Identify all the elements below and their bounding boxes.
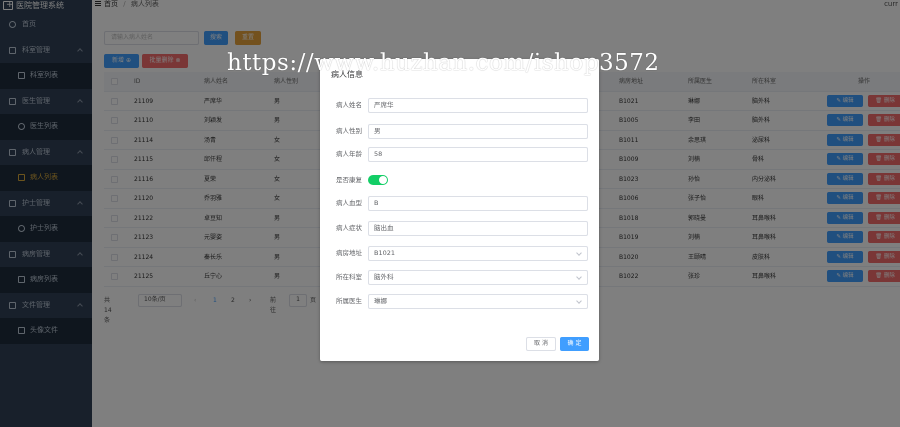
field-select[interactable]: 琳娜 xyxy=(368,294,588,309)
field-input[interactable]: 严席华 xyxy=(368,98,588,113)
field-value: 脑外科 xyxy=(374,273,394,281)
field-label: 病房地址 xyxy=(336,249,362,257)
field-value: 58 xyxy=(374,150,383,158)
chevron-down-icon xyxy=(576,250,582,256)
field-value: 严席华 xyxy=(374,101,394,109)
field-label: 病人年龄 xyxy=(336,150,362,158)
field-value: B xyxy=(374,199,379,207)
field-label: 病人症状 xyxy=(336,224,362,232)
recovered-toggle[interactable] xyxy=(368,175,388,185)
field-value: 脑出血 xyxy=(374,224,394,232)
chevron-down-icon xyxy=(576,274,582,280)
cancel-button[interactable]: 取 消 xyxy=(526,337,556,351)
field-input[interactable]: 58 xyxy=(368,147,588,162)
field-input[interactable]: 男 xyxy=(368,124,588,139)
toggle-knob xyxy=(379,176,387,184)
field-select[interactable]: B1021 xyxy=(368,246,588,261)
patient-info-dialog: 病人信息 病人姓名 严席华 病人性别男病人年龄 58 是否康复 病人血型 B 病人症状 脑出血病… xyxy=(320,59,599,361)
field-value: 男 xyxy=(374,127,381,135)
field-label: 病人性别 xyxy=(336,127,362,135)
field-value: 琳娜 xyxy=(374,297,387,305)
watermark: https://www.huzhan.com/ishop3572 xyxy=(227,50,660,76)
field-label: 病人血型 xyxy=(336,199,362,207)
field-input[interactable]: 脑出血 xyxy=(368,221,588,236)
field-label: 病人姓名 xyxy=(336,101,362,109)
field-input[interactable]: B xyxy=(368,196,588,211)
chevron-down-icon xyxy=(576,298,582,304)
field-select[interactable]: 脑外科 xyxy=(368,270,588,285)
field-label: 所属医生 xyxy=(336,297,362,305)
confirm-button[interactable]: 确 定 xyxy=(560,337,589,351)
field-value: B1021 xyxy=(374,249,396,257)
field-label: 是否康复 xyxy=(336,176,362,184)
field-label: 所在科室 xyxy=(336,273,362,281)
